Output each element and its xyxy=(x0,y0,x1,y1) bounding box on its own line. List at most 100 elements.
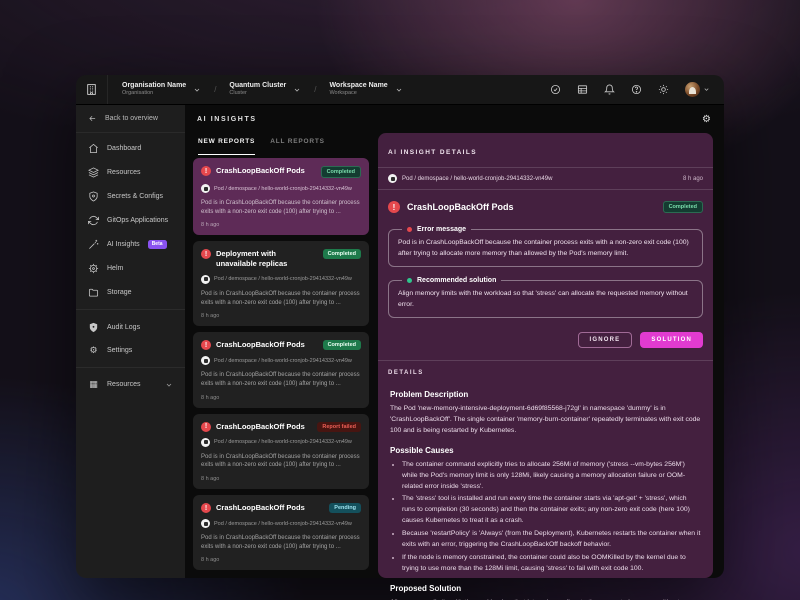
sidebar-item-audit-logs[interactable]: Audit Logs xyxy=(76,315,185,339)
gear-icon: ⚙ xyxy=(89,345,98,356)
detail-title: CrashLoopBackOff Pods xyxy=(407,202,514,212)
insight-card[interactable]: CrashLoopBackOff Pods Completed Pod / de… xyxy=(193,332,369,408)
sidebar-item-dashboard[interactable]: Dashboard xyxy=(76,136,185,160)
building-logo-icon xyxy=(87,84,96,95)
shield-icon xyxy=(89,191,98,202)
page-title: AI INSIGHTS xyxy=(197,115,257,123)
back-arrow-icon xyxy=(89,115,96,122)
details-section-label: DETAILS xyxy=(378,360,713,380)
causes-list: The container command explicitly tries t… xyxy=(402,460,701,575)
card-description: Pod is in CrashLoopBackOff because the c… xyxy=(201,453,360,469)
solution-button[interactable]: SOLUTION xyxy=(640,332,703,349)
chevron-down-icon xyxy=(166,383,172,387)
solution-box-text: Align memory limits with the workload so… xyxy=(398,290,688,308)
insight-card[interactable]: CrashLoopBackOff Pods Completed Pod / de… xyxy=(193,158,369,236)
app-logo[interactable] xyxy=(76,75,108,104)
home-icon xyxy=(89,143,98,153)
helm-wheel-icon xyxy=(88,263,99,273)
sidebar-item-settings[interactable]: ⚙ Settings xyxy=(76,339,185,362)
cause-item: The 'stress' tool is installed and run e… xyxy=(402,494,701,527)
card-timestamp: 8 h ago xyxy=(201,222,220,229)
error-icon xyxy=(201,421,211,432)
sidebar-item-label: Resources xyxy=(107,168,141,176)
cause-item: Because 'restartPolicy' is 'Always' (fro… xyxy=(402,529,701,551)
sidebar: Back to overview Dashboard Resources Sec… xyxy=(76,105,185,578)
card-description: Pod is in CrashLoopBackOff because the c… xyxy=(201,200,360,215)
cluster-selector[interactable]: Quantum Cluster Cluster xyxy=(229,82,301,98)
card-resource: Pod / demospace / hello-world-cronjob-29… xyxy=(214,520,352,527)
back-to-overview[interactable]: Back to overview xyxy=(76,105,185,133)
card-description: Pod is in CrashLoopBackOff because the c… xyxy=(201,372,360,387)
insight-card[interactable]: CrashLoopBackOff Pods Report failed Pod … xyxy=(193,413,369,489)
error-icon xyxy=(201,503,211,513)
sidebar-item-label: Helm xyxy=(107,264,124,272)
cluster-name: Quantum Cluster xyxy=(229,81,287,89)
sidebar-item-label: Storage xyxy=(107,288,132,296)
sidebar-item-gitops-applications[interactable]: GitOps Applications xyxy=(76,208,185,232)
sun-theme-icon[interactable] xyxy=(658,84,669,95)
tab-new-reports[interactable]: NEW REPORTS xyxy=(198,138,256,155)
user-menu[interactable] xyxy=(685,82,710,97)
ignore-button[interactable]: IGNORE xyxy=(577,332,633,349)
detail-timestamp: 8 h ago xyxy=(682,175,703,182)
pod-icon xyxy=(201,519,210,528)
card-resource: Pod / demospace / hello-world-cronjob-29… xyxy=(214,185,352,192)
back-label: Back to overview xyxy=(105,115,158,122)
status-badge: Report failed xyxy=(317,421,361,432)
folder-icon xyxy=(88,288,99,297)
insights-gear-icon[interactable]: ⚙ xyxy=(701,114,712,125)
detail-panel-title: AI INSIGHT DETAILS xyxy=(388,149,477,156)
card-title: CrashLoopBackOff Pods xyxy=(216,503,305,512)
card-description: Pod is in CrashLoopBackOff because the c… xyxy=(201,290,360,306)
topbar-actions xyxy=(550,75,724,104)
beta-badge: Beta xyxy=(147,239,167,249)
status-badge: Completed xyxy=(322,249,361,260)
problem-text: The Pod 'new-memory-intensive-deployment… xyxy=(390,405,701,434)
pod-icon xyxy=(201,274,210,284)
sidebar-item-ai-insights[interactable]: AI Insights Beta xyxy=(76,232,185,256)
chevron-down-icon xyxy=(704,88,709,91)
help-icon[interactable] xyxy=(631,84,642,95)
main-area: AI INSIGHTS ⚙ NEW REPORTS ALL REPORTS C xyxy=(185,105,724,600)
proposed-solution-heading: Proposed Solution xyxy=(390,583,462,593)
pod-icon xyxy=(388,174,397,183)
sidebar-item-label: Dashboard xyxy=(107,144,142,152)
layers-icon xyxy=(88,166,99,178)
workspace-selector[interactable]: Workspace Name Workspace xyxy=(329,82,402,98)
pod-icon xyxy=(201,437,210,447)
topbar: Organisation Name Organisation / Quantum… xyxy=(76,75,724,105)
insight-card[interactable]: CrashLoopBackOff Pods Pending Pod / demo… xyxy=(193,495,369,571)
chevron-down-icon xyxy=(294,88,300,92)
card-title: Deployment with unavailable replicas xyxy=(216,249,288,269)
card-resource: Pod / demospace / hello-world-cronjob-29… xyxy=(214,276,352,283)
app-window: Organisation Name Organisation / Quantum… xyxy=(76,75,724,600)
sidebar-item-resources-group[interactable]: ▦ Resources xyxy=(76,373,185,396)
breadcrumb: Organisation Name Organisation / Quantum… xyxy=(108,75,403,104)
details-content: Problem Description The Pod 'new-memory-… xyxy=(378,380,713,600)
solution-dot-icon xyxy=(407,278,412,284)
sync-icon xyxy=(88,215,99,225)
status-badge: Completed xyxy=(320,166,361,178)
tab-all-reports[interactable]: ALL REPORTS xyxy=(270,138,325,155)
tasks-check-circle-icon[interactable] xyxy=(550,84,561,95)
sidebar-item-label: Settings xyxy=(107,347,133,354)
sidebar-item-helm[interactable]: Helm xyxy=(76,256,185,280)
bell-icon[interactable] xyxy=(604,84,615,95)
org-selector[interactable]: Organisation Name Organisation xyxy=(122,82,201,98)
error-box-text: Pod is in CrashLoopBackOff because the c… xyxy=(398,239,689,257)
table-icon[interactable] xyxy=(577,84,588,95)
workspace-name: Workspace Name xyxy=(329,81,388,89)
sidebar-item-storage[interactable]: Storage xyxy=(76,280,185,304)
crumb-separator: / xyxy=(214,85,217,94)
sidebar-divider xyxy=(76,309,185,310)
sidebar-item-resources[interactable]: Resources xyxy=(76,160,185,184)
insight-card[interactable]: Deployment with unavailable replicas Com… xyxy=(193,241,369,327)
card-title: CrashLoopBackOff Pods xyxy=(216,340,305,350)
card-title: CrashLoopBackOff Pods xyxy=(216,166,305,175)
card-timestamp: 8 h ago xyxy=(201,476,220,482)
cluster-sub: Cluster xyxy=(229,90,247,97)
error-icon xyxy=(201,340,211,351)
insight-detail-panel: AI INSIGHT DETAILS Pod / demospace / hel… xyxy=(378,133,713,600)
card-resource: Pod / demospace / hello-world-cronjob-29… xyxy=(214,357,352,364)
sidebar-item-secrets-configs[interactable]: Secrets & Configs xyxy=(76,184,185,208)
